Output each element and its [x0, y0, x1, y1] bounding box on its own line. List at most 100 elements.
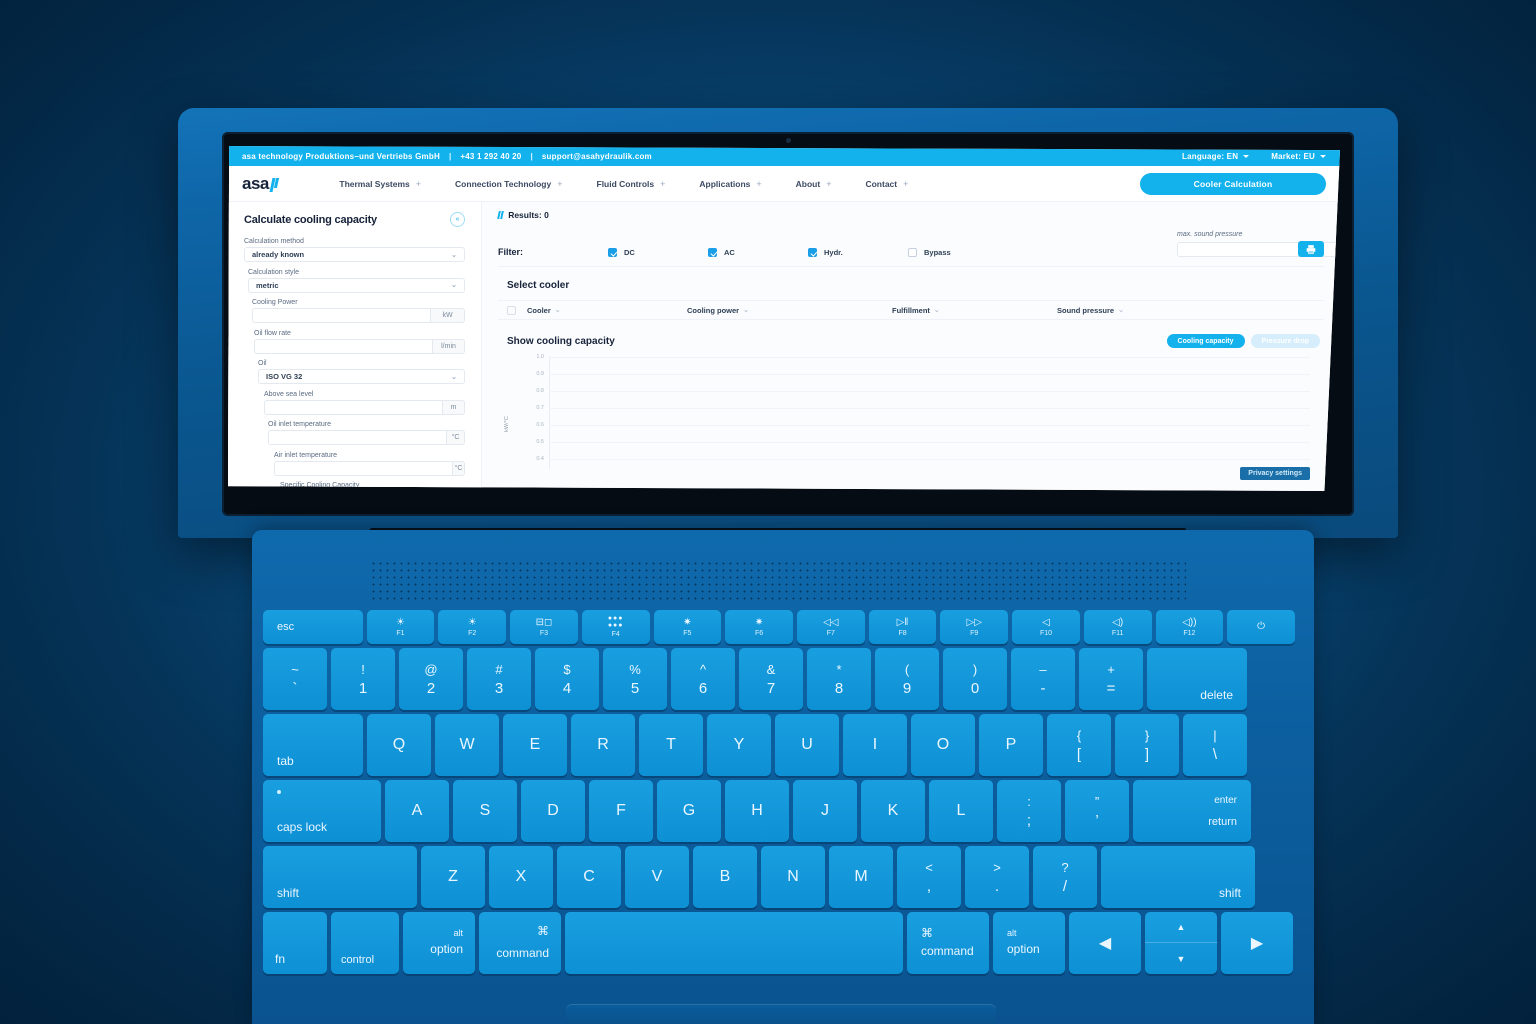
key-s[interactable]: S: [453, 780, 517, 842]
select-all-checkbox[interactable]: [507, 305, 516, 315]
toggle-pressure-drop[interactable]: Pressure drop: [1250, 334, 1320, 348]
key-bracket-right[interactable]: } ]: [1115, 714, 1179, 776]
key-r[interactable]: R: [571, 714, 635, 776]
key-o[interactable]: O: [911, 714, 975, 776]
key-2[interactable]: @ 2: [399, 648, 463, 710]
key-k[interactable]: K: [861, 780, 925, 842]
key-caps-lock[interactable]: caps lock: [263, 780, 381, 842]
calculation-style-select[interactable]: metric ⌄: [248, 277, 465, 293]
key-a[interactable]: A: [385, 780, 449, 842]
key-delete[interactable]: delete: [1147, 648, 1247, 710]
key-0[interactable]: ) 0: [943, 648, 1007, 710]
key-v[interactable]: V: [625, 846, 689, 908]
air-inlet-temperature-input[interactable]: [274, 460, 453, 476]
key-shift-right[interactable]: shift: [1101, 846, 1255, 908]
key-f12[interactable]: ◁)) F12: [1155, 610, 1224, 644]
filter-checkbox-dc[interactable]: DC: [608, 248, 708, 257]
key-m[interactable]: M: [829, 846, 893, 908]
privacy-settings-badge[interactable]: Privacy settings: [1240, 467, 1310, 480]
key-arrow-left[interactable]: ◀: [1069, 912, 1141, 974]
column-header-sound-pressure[interactable]: Sound pressure ⌄: [1057, 306, 1124, 315]
key-f3[interactable]: ⊟◻ F3: [510, 610, 578, 644]
key-x[interactable]: X: [489, 846, 553, 908]
key-e[interactable]: E: [503, 714, 567, 776]
key-period[interactable]: > .: [965, 846, 1029, 908]
cooler-calculation-button[interactable]: Cooler Calculation: [1140, 172, 1326, 195]
key-f5[interactable]: ✷ F5: [653, 610, 722, 644]
filter-checkbox-hydr[interactable]: Hydr.: [808, 248, 908, 257]
key-return[interactable]: enter return: [1133, 780, 1251, 842]
language-selector[interactable]: Language: EN: [1182, 152, 1250, 161]
key-f4[interactable]: ●●● ●●● F4: [581, 610, 650, 644]
key-fn[interactable]: fn: [263, 912, 327, 974]
key-i[interactable]: I: [843, 714, 907, 776]
key-shift-left[interactable]: shift: [263, 846, 417, 908]
key-f6[interactable]: ✷ F6: [725, 610, 793, 644]
key-f11[interactable]: ◁) F11: [1083, 610, 1152, 644]
key-c[interactable]: C: [557, 846, 621, 908]
trackpad[interactable]: [566, 1004, 996, 1024]
key-arrow-down[interactable]: ▼: [1145, 943, 1217, 974]
key-d[interactable]: D: [521, 780, 585, 842]
key-l[interactable]: L: [929, 780, 993, 842]
nav-item-contact[interactable]: Contact +: [848, 179, 925, 189]
key-quote[interactable]: ” ’: [1065, 780, 1129, 842]
key-esc[interactable]: esc: [263, 610, 363, 644]
key-option-right[interactable]: alt option: [993, 912, 1065, 974]
site-logo[interactable]: asa: [242, 174, 280, 194]
key-t[interactable]: T: [639, 714, 703, 776]
key-arrow-up[interactable]: ▲: [1145, 912, 1217, 943]
above-sea-level-input[interactable]: [264, 399, 443, 415]
phone-number[interactable]: +43 1 292 40 20: [460, 152, 521, 161]
collapse-sidebar-button[interactable]: «: [450, 212, 465, 227]
key-g[interactable]: G: [657, 780, 721, 842]
key-u[interactable]: U: [775, 714, 839, 776]
key-space[interactable]: [565, 912, 903, 974]
key-q[interactable]: Q: [367, 714, 431, 776]
key-9[interactable]: ( 9: [875, 648, 939, 710]
key-f10[interactable]: ◁ F10: [1012, 610, 1080, 644]
key-comma[interactable]: < ,: [897, 846, 961, 908]
key-p[interactable]: P: [979, 714, 1043, 776]
calculation-method-select[interactable]: already known ⌄: [244, 247, 465, 262]
key-h[interactable]: H: [725, 780, 789, 842]
key-w[interactable]: W: [435, 714, 499, 776]
key-4[interactable]: $ 4: [535, 648, 599, 710]
cooling-power-input[interactable]: [252, 308, 431, 323]
key-j[interactable]: J: [793, 780, 857, 842]
key-7[interactable]: & 7: [739, 648, 803, 710]
key-bracket-left[interactable]: { [: [1047, 714, 1111, 776]
key-arrow-up-down[interactable]: ▲ ▼: [1145, 912, 1217, 974]
key-f1[interactable]: ☀ F1: [366, 610, 435, 644]
key-5[interactable]: % 5: [603, 648, 667, 710]
key-f8[interactable]: ▷‖ F8: [868, 610, 937, 644]
nav-item-about[interactable]: About +: [779, 179, 849, 189]
column-header-cooling-power[interactable]: Cooling power ⌄: [687, 306, 892, 315]
oil-flow-rate-input[interactable]: [254, 338, 433, 354]
key-6[interactable]: ^ 6: [671, 648, 735, 710]
key-option-left[interactable]: alt option: [403, 912, 475, 974]
key-f2[interactable]: ☀ F2: [438, 610, 507, 644]
column-header-cooler[interactable]: Cooler ⌄: [527, 306, 687, 315]
key-n[interactable]: N: [761, 846, 825, 908]
key-z[interactable]: Z: [421, 846, 485, 908]
key-minus[interactable]: – -: [1011, 648, 1075, 710]
nav-item-applications[interactable]: Applications +: [682, 179, 778, 189]
key-f9[interactable]: ▷▷ F9: [940, 610, 1009, 644]
oil-select[interactable]: ISO VG 32 ⌄: [258, 369, 465, 384]
key-equals[interactable]: + =: [1079, 648, 1143, 710]
nav-item-thermal-systems[interactable]: Thermal Systems +: [322, 179, 438, 189]
key-1[interactable]: ! 1: [331, 648, 395, 710]
market-selector[interactable]: Market: EU: [1271, 152, 1326, 161]
key-slash[interactable]: ? /: [1033, 846, 1097, 908]
key-command-left[interactable]: ⌘ command: [479, 912, 561, 974]
key-command-right[interactable]: ⌘ command: [907, 912, 989, 974]
nav-item-fluid-controls[interactable]: Fluid Controls +: [580, 179, 683, 189]
key-f[interactable]: F: [589, 780, 653, 842]
oil-inlet-temperature-input[interactable]: [268, 430, 447, 445]
key-power[interactable]: ⏻: [1227, 610, 1295, 644]
key-semicolon[interactable]: : ;: [997, 780, 1061, 842]
key-b[interactable]: B: [693, 846, 757, 908]
key-tab[interactable]: tab: [263, 714, 363, 776]
key-control[interactable]: control: [331, 912, 399, 974]
